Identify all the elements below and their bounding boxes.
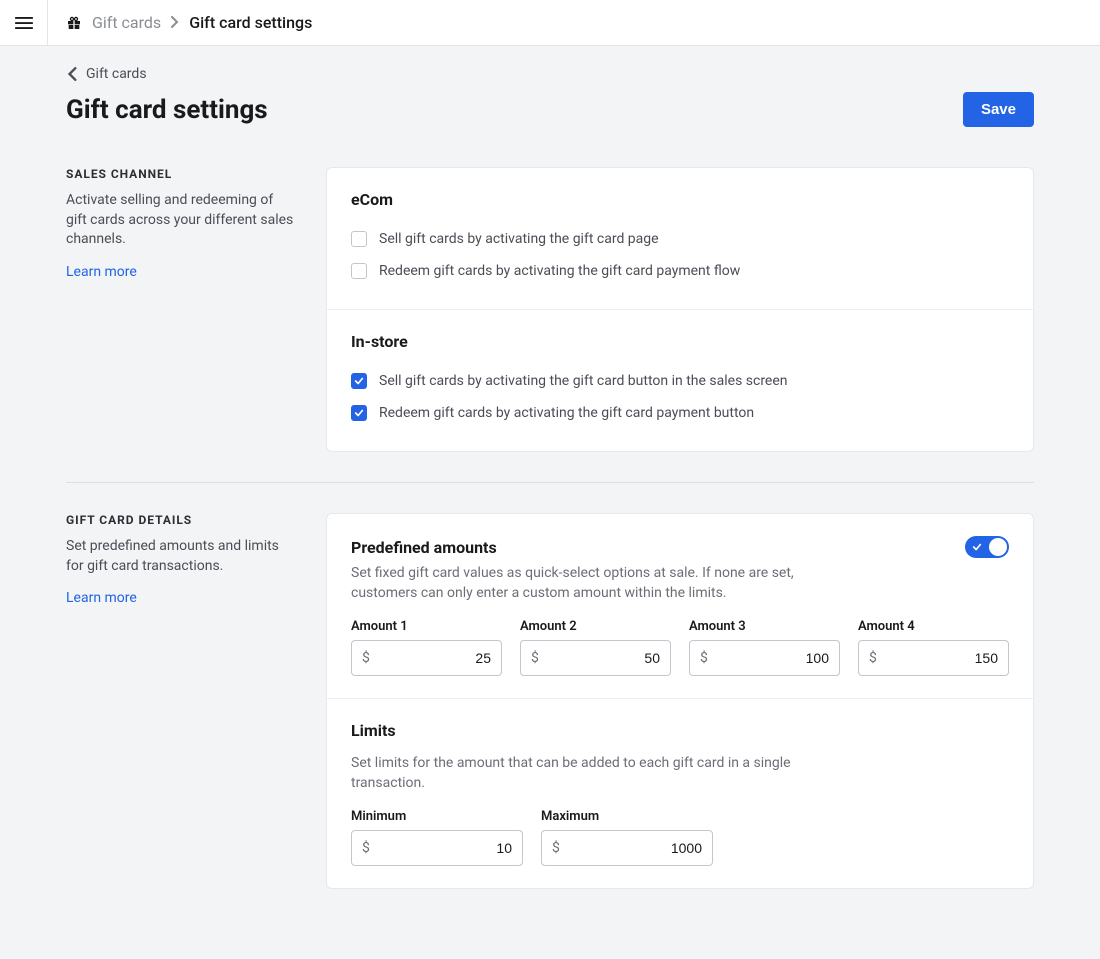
maximum-value[interactable]	[560, 840, 702, 856]
instore-redeem-checkbox[interactable]	[351, 405, 367, 421]
amount-2-input[interactable]: $	[520, 640, 671, 676]
amount-3-input[interactable]: $	[689, 640, 840, 676]
back-link[interactable]: Gift cards	[66, 62, 147, 90]
instore-sell-checkbox[interactable]	[351, 373, 367, 389]
instore-sell-label: Sell gift cards by activating the gift c…	[379, 373, 788, 389]
section-heading: GIFT CARD DETAILS	[66, 513, 296, 527]
page-title: Gift card settings	[66, 95, 268, 125]
ecom-title: eCom	[351, 190, 1009, 209]
maximum-field: Maximum $	[541, 809, 713, 866]
section-side: SALES CHANNEL Activate selling and redee…	[66, 167, 296, 452]
section-gift-card-details: GIFT CARD DETAILS Set predefined amounts…	[66, 482, 1034, 919]
currency-sign: $	[869, 650, 877, 666]
amount-1-field: Amount 1 $	[351, 619, 502, 676]
minimum-input[interactable]: $	[351, 830, 523, 866]
check-icon	[354, 376, 364, 386]
currency-sign: $	[700, 650, 708, 666]
limits-help: Set limits for the amount that can be ad…	[351, 754, 811, 793]
instore-sell-row: Sell gift cards by activating the gift c…	[351, 365, 1009, 397]
learn-more-link[interactable]: Learn more	[66, 590, 137, 606]
learn-more-link[interactable]: Learn more	[66, 264, 137, 280]
ecom-sell-row: Sell gift cards by activating the gift c…	[351, 223, 1009, 255]
instore-title: In-store	[351, 332, 1009, 351]
currency-sign: $	[552, 840, 560, 856]
maximum-input[interactable]: $	[541, 830, 713, 866]
section-description: Set predefined amounts and limits for gi…	[66, 537, 296, 576]
section-sales-channel: SALES CHANNEL Activate selling and redee…	[66, 167, 1034, 482]
chevron-left-icon	[66, 67, 80, 81]
amount-1-value[interactable]	[370, 650, 491, 666]
currency-sign: $	[531, 650, 539, 666]
ecom-sell-label: Sell gift cards by activating the gift c…	[379, 231, 659, 247]
amount-4-value[interactable]	[877, 650, 998, 666]
menu-button[interactable]	[0, 0, 48, 46]
minimum-value[interactable]	[370, 840, 512, 856]
ecom-redeem-label: Redeem gift cards by activating the gift…	[379, 263, 740, 279]
instore-redeem-label: Redeem gift cards by activating the gift…	[379, 405, 754, 421]
sales-channel-card: eCom Sell gift cards by activating the g…	[326, 167, 1034, 452]
chevron-right-icon	[171, 13, 179, 32]
section-description: Activate selling and redeeming of gift c…	[66, 191, 296, 250]
title-row: Gift card settings Save	[66, 92, 1034, 127]
ecom-sell-checkbox[interactable]	[351, 231, 367, 247]
limits-grid: Minimum $ Maximum $	[351, 809, 1009, 866]
maximum-label: Maximum	[541, 809, 713, 824]
amount-4-field: Amount 4 $	[858, 619, 1009, 676]
amount-grid: Amount 1 $ Amount 2 $	[351, 619, 1009, 676]
save-button[interactable]: Save	[963, 92, 1034, 127]
page-body: Gift cards Gift card settings Save SALES…	[50, 46, 1050, 959]
breadcrumb: Gift cards Gift card settings	[48, 13, 312, 32]
amount-3-field: Amount 3 $	[689, 619, 840, 676]
hamburger-icon	[15, 14, 33, 32]
check-icon	[972, 542, 982, 552]
check-icon	[354, 408, 364, 418]
predefined-header-row: Predefined amounts	[351, 536, 1009, 558]
predefined-help: Set fixed gift card values as quick-sele…	[351, 564, 811, 603]
section-side: GIFT CARD DETAILS Set predefined amounts…	[66, 513, 296, 889]
toggle-knob	[989, 538, 1007, 556]
ecom-subsection: eCom Sell gift cards by activating the g…	[327, 168, 1033, 309]
amount-3-value[interactable]	[708, 650, 829, 666]
breadcrumb-current: Gift card settings	[189, 13, 312, 32]
amount-2-value[interactable]	[539, 650, 660, 666]
limits-title: Limits	[351, 721, 1009, 740]
predefined-title: Predefined amounts	[351, 538, 497, 557]
minimum-label: Minimum	[351, 809, 523, 824]
minimum-field: Minimum $	[351, 809, 523, 866]
section-heading: SALES CHANNEL	[66, 167, 296, 181]
instore-subsection: In-store Sell gift cards by activating t…	[327, 309, 1033, 451]
currency-sign: $	[362, 650, 370, 666]
details-card: Predefined amounts Set fixed gift card v…	[326, 513, 1034, 889]
gift-icon	[66, 15, 82, 31]
predefined-amounts-subsection: Predefined amounts Set fixed gift card v…	[327, 514, 1033, 698]
ecom-redeem-row: Redeem gift cards by activating the gift…	[351, 255, 1009, 287]
amount-4-input[interactable]: $	[858, 640, 1009, 676]
amount-3-label: Amount 3	[689, 619, 840, 634]
breadcrumb-parent[interactable]: Gift cards	[92, 13, 161, 32]
back-link-label: Gift cards	[86, 66, 147, 82]
currency-sign: $	[362, 840, 370, 856]
amount-1-input[interactable]: $	[351, 640, 502, 676]
amount-2-field: Amount 2 $	[520, 619, 671, 676]
predefined-toggle[interactable]	[965, 536, 1009, 558]
amount-2-label: Amount 2	[520, 619, 671, 634]
top-bar: Gift cards Gift card settings	[0, 0, 1100, 46]
ecom-redeem-checkbox[interactable]	[351, 263, 367, 279]
amount-1-label: Amount 1	[351, 619, 502, 634]
instore-redeem-row: Redeem gift cards by activating the gift…	[351, 397, 1009, 429]
amount-4-label: Amount 4	[858, 619, 1009, 634]
limits-subsection: Limits Set limits for the amount that ca…	[327, 698, 1033, 888]
